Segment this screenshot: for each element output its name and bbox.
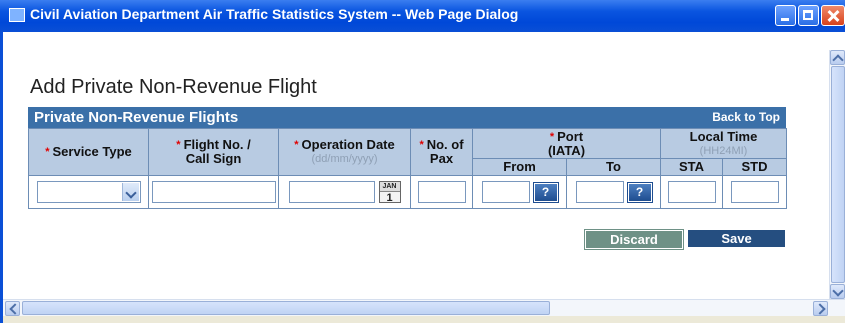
save-button[interactable]: Save xyxy=(688,230,785,247)
minimize-button[interactable] xyxy=(775,5,796,26)
header-operation-date: * Operation Date (dd/mm/yyyy) xyxy=(278,128,411,176)
required-mark: * xyxy=(45,146,50,158)
flight-no-input[interactable] xyxy=(151,181,276,203)
chevron-left-icon xyxy=(9,303,21,315)
header-service-type: * Service Type xyxy=(28,128,149,176)
scroll-down-button[interactable] xyxy=(830,284,845,299)
header-std: STD xyxy=(722,158,787,176)
header-no-of-pax: * No. of Pax xyxy=(410,128,473,176)
port-from-input[interactable] xyxy=(481,181,530,203)
header-sta: STA xyxy=(660,158,723,176)
port-to-lookup-button[interactable]: ? xyxy=(626,181,653,203)
scroll-left-button[interactable] xyxy=(5,301,21,316)
scroll-right-button[interactable] xyxy=(813,301,828,316)
vertical-scroll-thumb[interactable] xyxy=(831,66,845,283)
port-from-lookup-button[interactable]: ? xyxy=(532,181,559,203)
header-port: * Port (IATA) xyxy=(472,128,661,159)
section-title: Private Non-Revenue Flights xyxy=(34,109,239,126)
chevron-right-icon xyxy=(814,303,826,315)
window-title: Civil Aviation Department Air Traffic St… xyxy=(30,6,519,22)
chevron-down-icon xyxy=(832,285,844,297)
port-to-input[interactable] xyxy=(575,181,624,203)
flights-table: * Service Type * Flight No. / Call Sign * O… xyxy=(28,128,787,209)
time-format-hint: (HH24MI) xyxy=(699,144,748,157)
window-border xyxy=(0,32,3,323)
table-row: JAN 1 ? ? xyxy=(28,175,787,209)
status-bar xyxy=(3,316,845,323)
discard-button[interactable]: Discard xyxy=(584,229,684,250)
vertical-scrollbar[interactable] xyxy=(829,50,845,299)
ie-window-icon xyxy=(9,8,25,22)
chevron-down-icon[interactable] xyxy=(121,183,139,201)
header-port-from: From xyxy=(472,158,567,176)
sta-input[interactable] xyxy=(667,181,716,203)
horizontal-scroll-thumb[interactable] xyxy=(22,301,550,315)
required-mark: * xyxy=(419,139,424,151)
required-mark: * xyxy=(549,130,555,143)
header-port-to: To xyxy=(566,158,661,176)
header-flight-no: * Flight No. / Call Sign xyxy=(148,128,279,176)
date-format-hint: (dd/mm/yyyy) xyxy=(311,153,378,165)
maximize-button[interactable] xyxy=(798,5,819,26)
operation-date-input[interactable] xyxy=(288,181,375,203)
back-to-top-link[interactable]: Back to Top xyxy=(712,110,780,124)
no-of-pax-input[interactable] xyxy=(417,181,466,203)
title-bar: Civil Aviation Department Air Traffic St… xyxy=(0,0,845,32)
required-mark: * xyxy=(294,139,299,151)
scroll-up-button[interactable] xyxy=(830,50,845,66)
service-type-select[interactable] xyxy=(36,181,141,203)
page-title: Add Private Non-Revenue Flight xyxy=(30,76,317,98)
header-local-time: Local Time (HH24MI) xyxy=(660,128,787,159)
close-button[interactable] xyxy=(821,5,845,26)
std-input[interactable] xyxy=(730,181,779,203)
calendar-icon[interactable]: JAN 1 xyxy=(378,181,401,204)
required-mark: * xyxy=(176,139,181,151)
horizontal-scrollbar[interactable] xyxy=(3,299,845,317)
chevron-up-icon xyxy=(832,54,844,66)
section-header: Private Non-Revenue Flights Back to Top xyxy=(28,107,786,128)
